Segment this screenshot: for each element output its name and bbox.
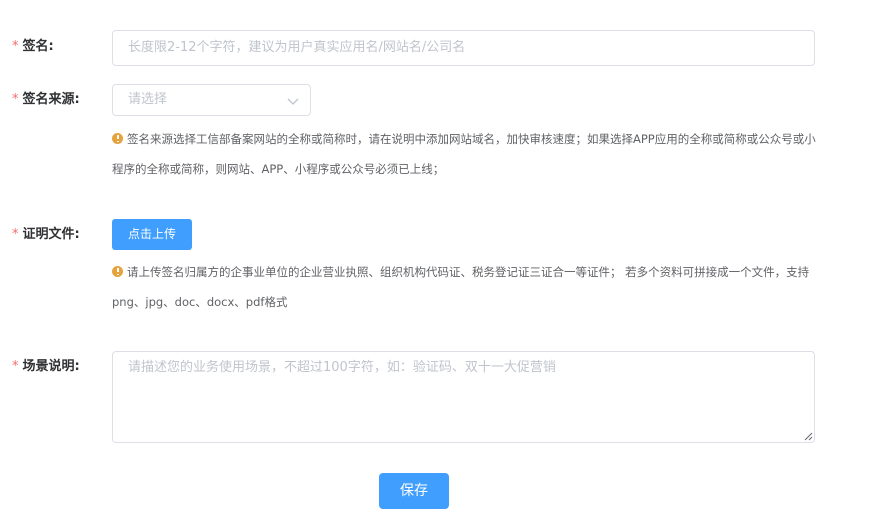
signature-form: * 签名: 长度限2-12个字符，建议为用户真实应用名/网站名/公司名 * 签名来源… [0,0,893,523]
source-label-text: 签名来源: [22,92,80,107]
required-mark: * [12,227,19,242]
signature-input[interactable]: 长度限2-12个字符，建议为用户真实应用名/网站名/公司名 [112,30,815,66]
scene-label: * 场景说明: [12,358,80,376]
source-select[interactable]: 请选择 [112,84,311,116]
required-mark: * [12,39,19,54]
source-label: * 签名来源: [12,91,80,109]
signature-label-text: 签名: [22,39,54,54]
required-mark: * [12,92,19,107]
proof-tip-text: 请上传签名归属方的企事业单位的企业营业执照、组织机构代码证、税务登记证三证合一等… [112,265,810,309]
chevron-down-icon [287,98,299,105]
scene-textarea-placeholder: 请描述您的业务使用场景，不超过100字符，如：验证码、双十一大促营销 [128,360,556,375]
upload-button[interactable]: 点击上传 [112,219,192,250]
warning-icon [112,133,123,144]
save-button[interactable]: 保存 [379,473,449,509]
source-tip-text: 签名来源选择工信部备案网站的全称或简称时，请在说明中添加网站域名，加快审核速度；… [112,132,816,176]
proof-tip: 请上传签名归属方的企事业单位的企业营业执照、组织机构代码证、税务登记证三证合一等… [112,257,822,317]
source-select-placeholder: 请选择 [128,92,168,107]
scene-textarea[interactable]: 请描述您的业务使用场景，不超过100字符，如：验证码、双十一大促营销 [112,351,815,443]
scene-label-text: 场景说明: [22,359,80,374]
signature-label: * 签名: [12,38,54,56]
resize-handle-icon[interactable] [803,431,813,441]
proof-label-text: 证明文件: [22,227,80,242]
source-tip: 签名来源选择工信部备案网站的全称或简称时，请在说明中添加网站域名，加快审核速度；… [112,124,822,184]
signature-input-placeholder: 长度限2-12个字符，建议为用户真实应用名/网站名/公司名 [128,40,466,55]
proof-label: * 证明文件: [12,226,80,244]
required-mark: * [12,359,19,374]
warning-icon [112,266,123,277]
